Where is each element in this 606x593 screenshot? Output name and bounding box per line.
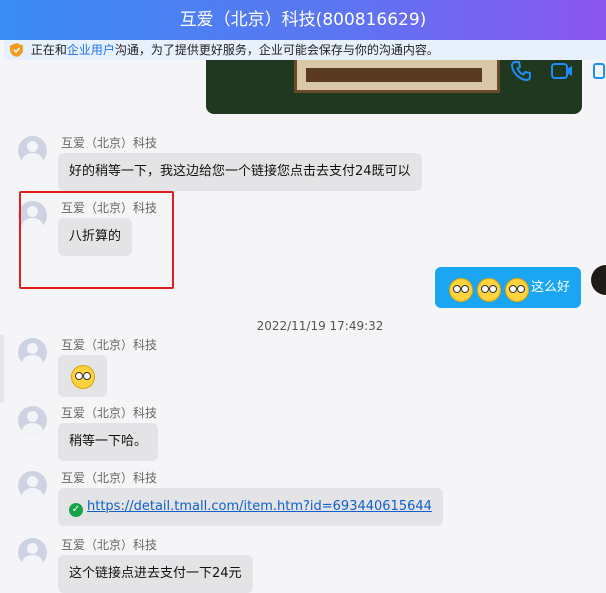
- more-icon[interactable]: [592, 62, 606, 80]
- sender-name: 互爱（北京）科技: [61, 338, 158, 352]
- avatar[interactable]: [18, 136, 47, 165]
- self-avatar[interactable]: [591, 265, 606, 295]
- notice-suffix: 沟通，为了提供更好服务，企业可能会保存与你的沟通内容。: [114, 43, 439, 57]
- message-bubble[interactable]: [58, 355, 107, 397]
- surprised-emoji-icon: [505, 278, 529, 302]
- phone-icon[interactable]: [510, 60, 532, 82]
- avatar[interactable]: [18, 538, 47, 567]
- sender-name: 互爱（北京）科技: [61, 538, 158, 552]
- shield-icon: [10, 43, 23, 57]
- sender-name: 互爱（北京）科技: [61, 136, 158, 150]
- avatar[interactable]: [18, 471, 47, 500]
- avatar[interactable]: [18, 338, 47, 367]
- message-bubble[interactable]: ✓ https://detail.tmall.com/item.htm?id=69…: [58, 488, 443, 526]
- surprised-emoji-icon: [477, 278, 501, 302]
- product-link[interactable]: https://detail.tmall.com/item.htm?id=693…: [87, 499, 432, 514]
- message-bubble[interactable]: 稍等一下哈。: [58, 423, 159, 461]
- self-message-text: 这么好: [531, 280, 571, 295]
- sender-name: 互爱（北京）科技: [61, 406, 158, 420]
- image-frame-inner: [306, 68, 482, 82]
- surprised-emoji-icon: [71, 365, 95, 389]
- verified-check-icon: ✓: [69, 503, 83, 517]
- avatar[interactable]: [18, 406, 47, 435]
- surprised-emoji-icon: [449, 278, 473, 302]
- message-bubble[interactable]: 好的稍等一下，我这边给您一个链接您点击去支付24既可以: [58, 153, 422, 191]
- video-call-icon[interactable]: [550, 60, 574, 82]
- enterprise-user-link[interactable]: 企业用户: [67, 43, 115, 57]
- privacy-notice: 正在和企业用户沟通，为了提供更好服务，企业可能会保存与你的沟通内容。: [4, 40, 606, 60]
- self-message-bubble[interactable]: 这么好: [435, 267, 581, 308]
- scroll-edge: [0, 335, 4, 403]
- sender-name: 互爱（北京）科技: [61, 471, 158, 485]
- message-bubble[interactable]: 这个链接点进去支付一下24元: [58, 555, 253, 593]
- highlight-box: [19, 191, 174, 289]
- window-title: 互爱（北京）科技(800816629): [0, 0, 606, 40]
- message-timestamp: 2022/11/19 17:49:32: [256, 319, 384, 333]
- notice-prefix: 正在和: [30, 43, 67, 57]
